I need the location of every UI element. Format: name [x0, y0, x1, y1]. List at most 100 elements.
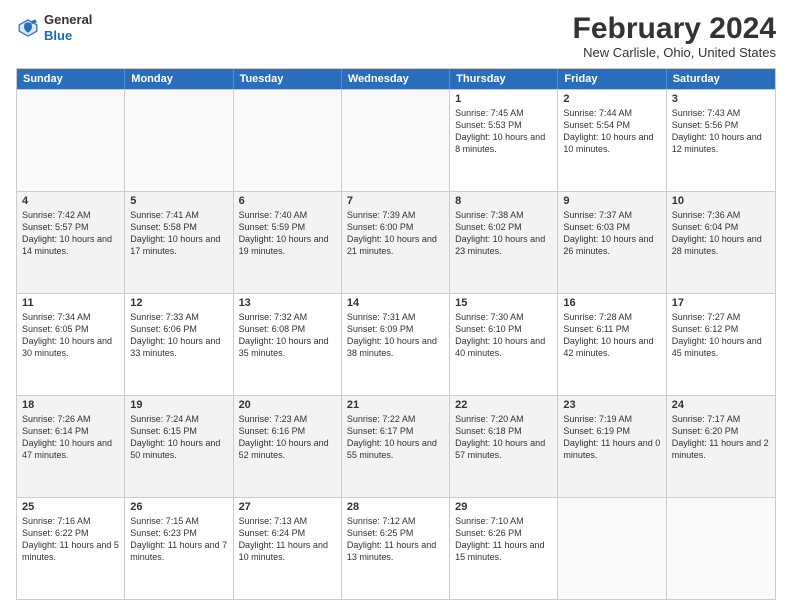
- cell-date: 21: [347, 399, 444, 411]
- calendar-cell-empty: [125, 90, 233, 191]
- cell-date: 16: [563, 297, 660, 309]
- calendar-cell-empty: [342, 90, 450, 191]
- cell-date: 6: [239, 195, 336, 207]
- cell-info: Sunrise: 7:40 AM Sunset: 5:59 PM Dayligh…: [239, 209, 336, 258]
- calendar-cell-day-2: 2 Sunrise: 7:44 AM Sunset: 5:54 PM Daylig…: [558, 90, 666, 191]
- cell-date: 23: [563, 399, 660, 411]
- calendar-week-2: 4Sunrise: 7:42 AM Sunset: 5:57 PM Daylig…: [17, 191, 775, 293]
- cell-info: Sunrise: 7:27 AM Sunset: 6:12 PM Dayligh…: [672, 311, 770, 360]
- cell-date: 17: [672, 297, 770, 309]
- calendar-cell-day-23: 23 Sunrise: 7:19 AM Sunset: 6:19 PM Dayli…: [558, 396, 666, 497]
- logo-general: General: [44, 12, 92, 28]
- calendar-cell-empty: [558, 498, 666, 599]
- cell-date: 1: [455, 93, 552, 105]
- calendar-cell-day-5: 5 Sunrise: 7:41 AM Sunset: 5:58 PM Daylig…: [125, 192, 233, 293]
- cell-info: Sunrise: 7:22 AM Sunset: 6:17 PM Dayligh…: [347, 413, 444, 462]
- calendar-week-4: 18 Sunrise: 7:26 AM Sunset: 6:14 PM Dayli…: [17, 395, 775, 497]
- cell-info: Sunrise: 7:23 AM Sunset: 6:16 PM Dayligh…: [239, 413, 336, 462]
- cell-date: 11: [22, 297, 119, 309]
- calendar-cell-day-19: 19 Sunrise: 7:24 AM Sunset: 6:15 PM Dayli…: [125, 396, 233, 497]
- cell-info: Sunrise: 7:31 AM Sunset: 6:09 PM Dayligh…: [347, 311, 444, 360]
- calendar-cell-empty: [17, 90, 125, 191]
- calendar-body: 1 Sunrise: 7:45 AM Sunset: 5:53 PM Daylig…: [17, 89, 775, 599]
- calendar-cell-day-20: 20 Sunrise: 7:23 AM Sunset: 6:16 PM Dayli…: [234, 396, 342, 497]
- cell-date: 13: [239, 297, 336, 309]
- cell-info: Sunrise: 7:12 AM Sunset: 6:25 PM Dayligh…: [347, 515, 444, 564]
- header-monday: Monday: [125, 69, 233, 89]
- cell-info: Sunrise: 7:10 AM Sunset: 6:26 PM Dayligh…: [455, 515, 552, 564]
- calendar-cell-day-28: 28 Sunrise: 7:12 AM Sunset: 6:25 PM Dayli…: [342, 498, 450, 599]
- title-block: February 2024 New Carlisle, Ohio, United…: [573, 12, 776, 60]
- page: General Blue February 2024 New Carlisle,…: [0, 0, 792, 612]
- cell-date: 10: [672, 195, 770, 207]
- cell-date: 22: [455, 399, 552, 411]
- cell-info: Sunrise: 7:32 AM Sunset: 6:08 PM Dayligh…: [239, 311, 336, 360]
- cell-info: Sunrise: 7:45 AM Sunset: 5:53 PM Dayligh…: [455, 107, 552, 156]
- cell-date: 9: [563, 195, 660, 207]
- calendar-week-5: 25 Sunrise: 7:16 AM Sunset: 6:22 PM Dayli…: [17, 497, 775, 599]
- cell-date: 12: [130, 297, 227, 309]
- calendar-cell-day-13: 13 Sunrise: 7:32 AM Sunset: 6:08 PM Dayli…: [234, 294, 342, 395]
- cell-info: Sunrise: 7:33 AM Sunset: 6:06 PM Dayligh…: [130, 311, 227, 360]
- logo: General Blue: [16, 12, 92, 43]
- calendar-cell-day-14: 14Sunrise: 7:31 AM Sunset: 6:09 PM Dayli…: [342, 294, 450, 395]
- cell-info: Sunrise: 7:30 AM Sunset: 6:10 PM Dayligh…: [455, 311, 552, 360]
- cell-info: Sunrise: 7:20 AM Sunset: 6:18 PM Dayligh…: [455, 413, 552, 462]
- cell-date: 29: [455, 501, 552, 513]
- cell-date: 28: [347, 501, 444, 513]
- calendar: Sunday Monday Tuesday Wednesday Thursday…: [16, 68, 776, 600]
- cell-date: 24: [672, 399, 770, 411]
- cell-date: 18: [22, 399, 119, 411]
- cell-date: 27: [239, 501, 336, 513]
- cell-info: Sunrise: 7:17 AM Sunset: 6:20 PM Dayligh…: [672, 413, 770, 462]
- logo-icon: [16, 16, 40, 40]
- cell-info: Sunrise: 7:16 AM Sunset: 6:22 PM Dayligh…: [22, 515, 119, 564]
- cell-info: Sunrise: 7:24 AM Sunset: 6:15 PM Dayligh…: [130, 413, 227, 462]
- calendar-cell-day-12: 12 Sunrise: 7:33 AM Sunset: 6:06 PM Dayli…: [125, 294, 233, 395]
- cell-date: 25: [22, 501, 119, 513]
- cell-info: Sunrise: 7:41 AM Sunset: 5:58 PM Dayligh…: [130, 209, 227, 258]
- cell-date: 5: [130, 195, 227, 207]
- calendar-week-1: 1 Sunrise: 7:45 AM Sunset: 5:53 PM Daylig…: [17, 89, 775, 191]
- calendar-cell-day-11: 11 Sunrise: 7:34 AM Sunset: 6:05 PM Dayli…: [17, 294, 125, 395]
- cell-date: 2: [563, 93, 660, 105]
- calendar-cell-day-8: 8Sunrise: 7:38 AM Sunset: 6:02 PM Daylig…: [450, 192, 558, 293]
- cell-info: Sunrise: 7:28 AM Sunset: 6:11 PM Dayligh…: [563, 311, 660, 360]
- calendar-cell-day-22: 22 Sunrise: 7:20 AM Sunset: 6:18 PM Dayli…: [450, 396, 558, 497]
- cell-date: 8: [455, 195, 552, 207]
- calendar-cell-day-25: 25 Sunrise: 7:16 AM Sunset: 6:22 PM Dayli…: [17, 498, 125, 599]
- cell-info: Sunrise: 7:34 AM Sunset: 6:05 PM Dayligh…: [22, 311, 119, 360]
- cell-date: 20: [239, 399, 336, 411]
- calendar-week-3: 11 Sunrise: 7:34 AM Sunset: 6:05 PM Dayli…: [17, 293, 775, 395]
- calendar-cell-day-9: 9Sunrise: 7:37 AM Sunset: 6:03 PM Daylig…: [558, 192, 666, 293]
- calendar-cell-day-6: 6 Sunrise: 7:40 AM Sunset: 5:59 PM Daylig…: [234, 192, 342, 293]
- cell-date: 3: [672, 93, 770, 105]
- calendar-cell-day-3: 3Sunrise: 7:43 AM Sunset: 5:56 PM Daylig…: [667, 90, 775, 191]
- cell-date: 19: [130, 399, 227, 411]
- cell-info: Sunrise: 7:36 AM Sunset: 6:04 PM Dayligh…: [672, 209, 770, 258]
- calendar-cell-day-24: 24 Sunrise: 7:17 AM Sunset: 6:20 PM Dayli…: [667, 396, 775, 497]
- cell-info: Sunrise: 7:19 AM Sunset: 6:19 PM Dayligh…: [563, 413, 660, 462]
- cell-date: 4: [22, 195, 119, 207]
- calendar-title: February 2024: [573, 12, 776, 45]
- header-friday: Friday: [558, 69, 666, 89]
- cell-info: Sunrise: 7:26 AM Sunset: 6:14 PM Dayligh…: [22, 413, 119, 462]
- calendar-cell-day-27: 27Sunrise: 7:13 AM Sunset: 6:24 PM Dayli…: [234, 498, 342, 599]
- calendar-subtitle: New Carlisle, Ohio, United States: [573, 45, 776, 60]
- cell-info: Sunrise: 7:39 AM Sunset: 6:00 PM Dayligh…: [347, 209, 444, 258]
- cell-info: Sunrise: 7:15 AM Sunset: 6:23 PM Dayligh…: [130, 515, 227, 564]
- header: General Blue February 2024 New Carlisle,…: [16, 12, 776, 60]
- calendar-cell-day-18: 18 Sunrise: 7:26 AM Sunset: 6:14 PM Dayli…: [17, 396, 125, 497]
- calendar-cell-day-4: 4Sunrise: 7:42 AM Sunset: 5:57 PM Daylig…: [17, 192, 125, 293]
- cell-date: 26: [130, 501, 227, 513]
- cell-info: Sunrise: 7:44 AM Sunset: 5:54 PM Dayligh…: [563, 107, 660, 156]
- header-sunday: Sunday: [17, 69, 125, 89]
- header-wednesday: Wednesday: [342, 69, 450, 89]
- calendar-cell-day-16: 16 Sunrise: 7:28 AM Sunset: 6:11 PM Dayli…: [558, 294, 666, 395]
- logo-text: General Blue: [44, 12, 92, 43]
- logo-blue: Blue: [44, 28, 92, 44]
- calendar-cell-day-1: 1 Sunrise: 7:45 AM Sunset: 5:53 PM Daylig…: [450, 90, 558, 191]
- calendar-cell-day-7: 7 Sunrise: 7:39 AM Sunset: 6:00 PM Daylig…: [342, 192, 450, 293]
- cell-date: 7: [347, 195, 444, 207]
- calendar-cell-day-10: 10 Sunrise: 7:36 AM Sunset: 6:04 PM Dayli…: [667, 192, 775, 293]
